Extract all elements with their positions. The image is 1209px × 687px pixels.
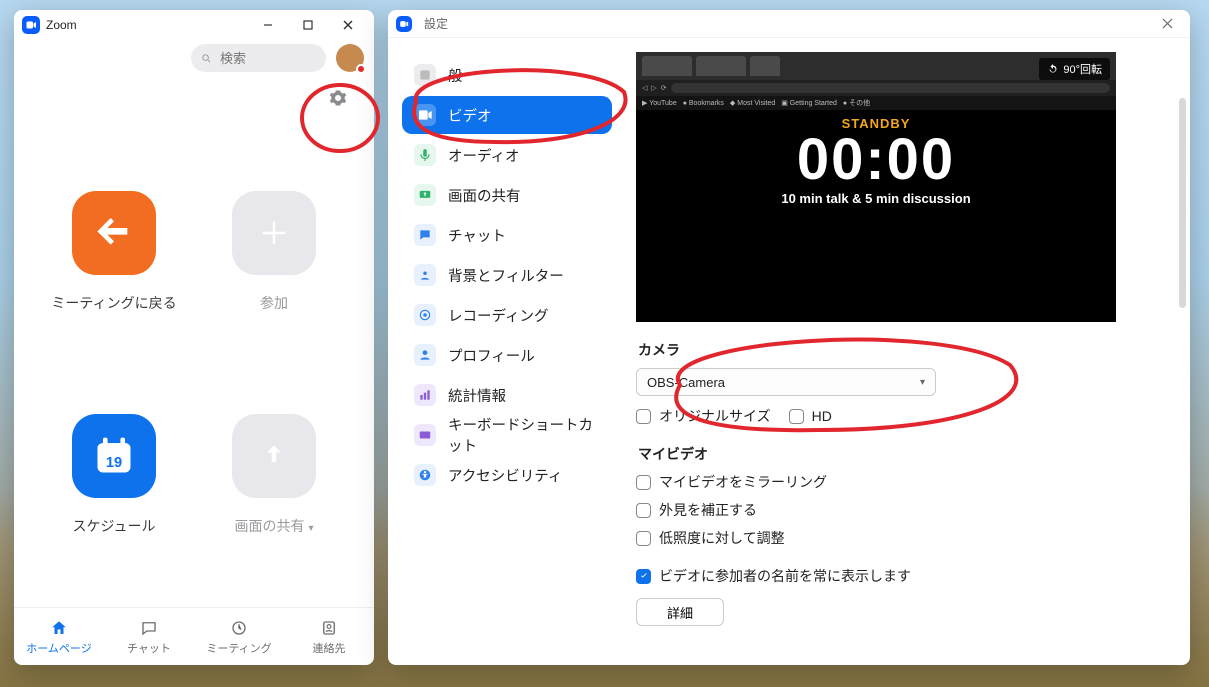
settings-nav-chat[interactable]: チャット (402, 216, 612, 254)
checkbox-lowlight[interactable]: 低照度に対して調整 (636, 528, 1170, 548)
checkbox-original-size[interactable]: オリジナルサイズ (636, 406, 771, 426)
camera-heading: カメラ (638, 340, 1170, 360)
checkbox-touchup[interactable]: 外見を補正する (636, 500, 1170, 520)
zoom-main-window: Zoom ミーティングに戻る 参加 (14, 10, 374, 665)
plus-icon (259, 218, 289, 248)
audio-icon (414, 144, 436, 166)
settings-nav-share[interactable]: 画面の共有 (402, 176, 612, 214)
settings-nav: 般 ビデオ オーディオ 画面の共有 チャット 背景とフィルター (388, 38, 626, 665)
settings-nav-video[interactable]: ビデオ (402, 96, 612, 134)
search-box[interactable] (191, 44, 326, 72)
main-topbar (14, 40, 374, 80)
chat-icon (414, 224, 436, 246)
avatar[interactable] (336, 44, 364, 72)
close-button[interactable] (328, 12, 368, 38)
nav-chat[interactable]: チャット (104, 608, 194, 665)
clock-icon (229, 618, 249, 638)
main-titlebar: Zoom (14, 10, 374, 40)
settings-nav-general[interactable]: 般 (402, 56, 612, 94)
settings-gear-button[interactable] (326, 86, 350, 110)
search-input[interactable] (218, 50, 316, 67)
camera-preview: ◁▷⟳ ▶ YouTube● Bookmarks◆ Most Visited▣ … (636, 52, 1116, 322)
settings-close-button[interactable] (1152, 13, 1182, 35)
zoom-logo-icon (396, 16, 412, 32)
general-icon (414, 64, 436, 86)
camera-select[interactable]: OBS-Camera ▾ (636, 368, 936, 396)
keyboard-icon (414, 424, 436, 446)
checkbox-hd[interactable]: HD (789, 408, 832, 424)
settings-nav-recording[interactable]: レコーディング (402, 296, 612, 334)
settings-nav-keyboard[interactable]: キーボードショートカット (402, 416, 612, 454)
nav-home[interactable]: ホームページ (14, 608, 104, 665)
tile-join[interactable]: 参加 (232, 191, 316, 313)
checkbox-mirror[interactable]: マイビデオをミラーリング (636, 472, 1170, 492)
stats-icon (414, 384, 436, 406)
video-icon (414, 104, 436, 126)
rotate-90-button[interactable]: 90°回転 (1039, 58, 1110, 80)
background-icon (414, 264, 436, 286)
search-icon (201, 52, 212, 65)
chevron-down-icon: ▾ (920, 377, 925, 388)
preview-timer: 00:00 (636, 131, 1116, 189)
main-title: Zoom (46, 18, 77, 32)
share-icon (414, 184, 436, 206)
recording-icon (414, 304, 436, 326)
bottom-navbar: ホームページ チャット ミーティング 連絡先 (14, 607, 374, 665)
preview-subtitle: 10 min talk & 5 min discussion (636, 191, 1116, 206)
home-tiles: ミーティングに戻る 参加 19 スケジュール 画面の共有▾ (14, 110, 374, 607)
zoom-logo-icon (22, 16, 40, 34)
settings-titlebar: 設定 (388, 10, 1190, 38)
tile-share-screen[interactable]: 画面の共有▾ (232, 414, 316, 536)
maximize-button[interactable] (288, 12, 328, 38)
settings-title: 設定 (424, 15, 448, 32)
preview-urlbar: ◁▷⟳ (636, 80, 1116, 96)
nav-meetings[interactable]: ミーティング (194, 608, 284, 665)
gear-icon (329, 89, 347, 107)
tile-schedule[interactable]: 19 スケジュール (72, 414, 156, 536)
upload-arrow-icon (260, 442, 288, 470)
chevron-down-icon: ▾ (308, 523, 313, 534)
calendar-icon: 19 (92, 434, 136, 478)
return-arrow-icon (94, 213, 134, 253)
rotate-icon (1047, 63, 1059, 75)
nav-contacts[interactable]: 連絡先 (284, 608, 374, 665)
accessibility-icon (414, 464, 436, 486)
preview-bookmarks: ▶ YouTube● Bookmarks◆ Most Visited▣ Gett… (636, 96, 1116, 110)
settings-nav-profile[interactable]: プロフィール (402, 336, 612, 374)
svg-text:19: 19 (106, 455, 122, 471)
settings-nav-accessibility[interactable]: アクセシビリティ (402, 456, 612, 494)
details-button[interactable]: 詳細 (636, 598, 724, 626)
zoom-settings-window: 設定 般 ビデオ オーディオ 画面の共有 チャット (388, 10, 1190, 665)
content-scrollbar[interactable] (1179, 98, 1186, 308)
home-icon (49, 618, 69, 638)
contacts-icon (319, 618, 339, 638)
tile-return-to-meeting[interactable]: ミーティングに戻る (51, 191, 176, 313)
minimize-button[interactable] (248, 12, 288, 38)
chat-icon (139, 618, 159, 638)
settings-content-video: ◁▷⟳ ▶ YouTube● Bookmarks◆ Most Visited▣ … (626, 38, 1190, 665)
status-dot-icon (356, 64, 366, 74)
profile-icon (414, 344, 436, 366)
settings-nav-stats[interactable]: 統計情報 (402, 376, 612, 414)
checkbox-always-show-names[interactable]: ビデオに参加者の名前を常に表示します (636, 566, 1170, 586)
settings-nav-audio[interactable]: オーディオ (402, 136, 612, 174)
settings-nav-background[interactable]: 背景とフィルター (402, 256, 612, 294)
myvideo-heading: マイビデオ (638, 444, 1170, 464)
